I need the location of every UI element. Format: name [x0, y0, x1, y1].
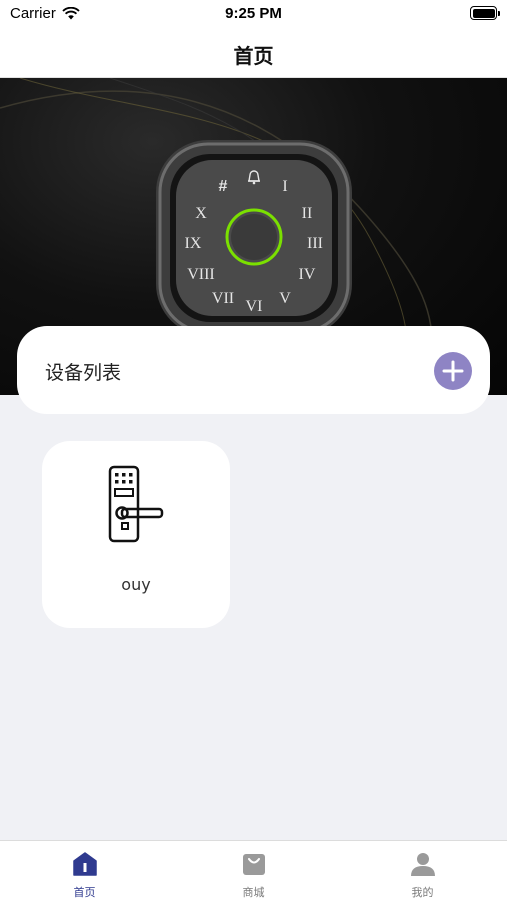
device-name: ouy [121, 575, 151, 594]
shopping-bag-icon [243, 854, 265, 875]
tab-mine-label: 我的 [411, 886, 434, 899]
plus-icon [442, 360, 464, 382]
device-card[interactable]: ouy [42, 441, 230, 628]
navigation-bar: 首页 [0, 30, 507, 78]
keypad-numeral-iii: III [307, 235, 323, 252]
tab-bar: 首页 商城 我的 [0, 840, 507, 900]
keypad-numeral-ii: II [302, 205, 313, 222]
door-lock-icon [108, 465, 164, 543]
keypad-numeral-i: I [282, 178, 287, 195]
page-title: 首页 [233, 44, 274, 68]
keypad-numeral-vi: VI [246, 298, 263, 315]
keypad-numeral-viii: VIII [187, 266, 215, 283]
user-icon [411, 853, 435, 876]
home-icon [73, 852, 97, 876]
tab-shop[interactable]: 商城 [169, 841, 338, 900]
status-bar: Carrier 9:25 PM [0, 0, 507, 30]
device-list-header: 设备列表 [17, 326, 490, 414]
device-list-title: 设备列表 [45, 362, 122, 384]
keypad-numeral-vii: VII [212, 290, 234, 307]
keypad-numeral-v: V [279, 290, 291, 307]
keypad-numeral-ix: IX [185, 235, 202, 252]
clock: 9:25 PM [225, 5, 282, 22]
keypad-numeral-x: X [195, 205, 207, 222]
tab-shop-label: 商城 [242, 886, 265, 899]
tab-home[interactable]: 首页 [0, 841, 169, 900]
keypad-hash-symbol: # [219, 178, 228, 195]
tab-home-label: 首页 [73, 886, 96, 899]
tab-mine[interactable]: 我的 [338, 841, 507, 900]
keypad-numeral-iv: IV [299, 266, 316, 283]
battery-icon [470, 6, 500, 20]
add-device-button[interactable] [434, 352, 472, 390]
